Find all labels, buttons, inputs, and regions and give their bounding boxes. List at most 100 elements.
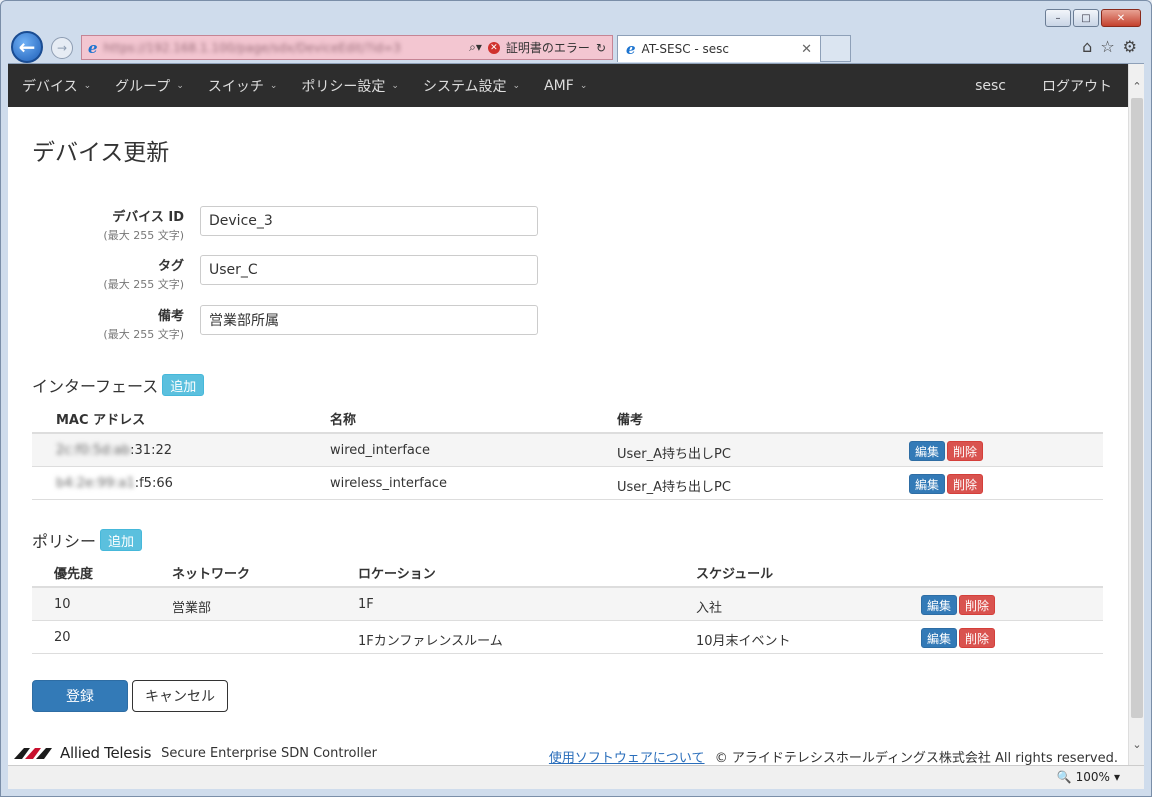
forward-arrow-icon[interactable]: → [51, 37, 73, 59]
network-cell: 営業部 [172, 601, 212, 616]
chevron-down-icon: ⌄ [176, 80, 184, 91]
main-content: デバイス更新 デバイス ID (最大 255 文字) Device_3 タグ (… [8, 107, 1128, 765]
refresh-icon[interactable]: ↻ [596, 41, 606, 55]
back-arrow-icon[interactable]: ← [11, 31, 43, 63]
chevron-down-icon[interactable]: ▾ [1114, 770, 1120, 784]
zoom-control[interactable]: 🔍 100% ▾ [1057, 770, 1120, 784]
name-cell: wired_interface [330, 443, 431, 458]
allied-telesis-logo-icon [14, 746, 54, 760]
favorites-star-icon[interactable]: ☆ [1100, 37, 1114, 56]
policies-table: 優先度 ネットワーク ロケーション スケジュール 10 営業部 1F 入社 編集… [32, 555, 1103, 654]
chevron-down-icon: ⌄ [269, 80, 278, 91]
schedule-cell: 入社 [696, 601, 723, 616]
nav-devices[interactable]: デバイス ⌄ [8, 64, 101, 107]
tag-hint: (最大 255 文字) [103, 278, 184, 291]
mac-cell: 2c:f0:5d:ab:31:22 [56, 443, 172, 458]
search-icon[interactable]: ⌕▾ [469, 40, 482, 55]
note-input[interactable]: 営業部所属 [200, 305, 538, 335]
tag-label: タグ [157, 259, 184, 274]
edit-button[interactable]: 編集 [921, 628, 958, 648]
window-controls: – □ ✕ [1045, 9, 1141, 27]
tab-title: AT-SESC - sesc [641, 42, 730, 56]
close-window-icon[interactable]: ✕ [1101, 9, 1141, 27]
chevron-down-icon: ⌄ [391, 80, 399, 91]
home-icon[interactable]: ⌂ [1082, 37, 1092, 56]
name-cell: wireless_interface [330, 476, 447, 491]
nav-groups-label: グループ [115, 78, 171, 95]
add-policy-button[interactable]: 追加 [100, 529, 143, 551]
edit-button[interactable]: 編集 [909, 474, 946, 494]
logout-link[interactable]: ログアウト [1022, 64, 1128, 107]
delete-button[interactable]: 削除 [959, 628, 996, 648]
footer-right: 使用ソフトウェアについて © アライドテレシスホールディングス株式会社 All … [549, 747, 1118, 765]
top-navbar: デバイス ⌄ グループ ⌄ スイッチ ⌄ ポリシー設定 ⌄ システム設定 ⌄ AMF ⌄ s… [8, 64, 1128, 107]
note-cell: User_A持ち出しPC [617, 447, 731, 462]
add-interface-button[interactable]: 追加 [162, 374, 205, 396]
location-cell: 1Fカンファレンスルーム [358, 634, 503, 649]
table-row: b4:2e:99:a1:f5:66 wireless_interface Use… [32, 467, 1103, 500]
cert-error-icon[interactable]: ✕ [487, 41, 500, 54]
copyright: © アライドテレシスホールディングス株式会社 All rights reserv… [714, 751, 1118, 765]
maximize-icon[interactable]: □ [1073, 9, 1099, 27]
device-id-label: デバイス ID [112, 210, 184, 225]
interfaces-title: インターフェース [32, 377, 159, 396]
tag-row: タグ (最大 255 文字) User_C [8, 255, 608, 295]
mac-cell: b4:2e:99:a1:f5:66 [56, 476, 173, 491]
nav-devices-label: デバイス [22, 78, 78, 95]
nav-groups[interactable]: グループ ⌄ [101, 64, 194, 107]
tab-ie-icon: e [626, 40, 636, 58]
new-tab-button[interactable] [821, 35, 851, 62]
submit-button[interactable]: 登録 [32, 680, 128, 712]
table-row: 2c:f0:5d:ab:31:22 wired_interface User_A… [32, 434, 1103, 467]
minimize-icon[interactable]: – [1045, 9, 1071, 27]
nav-policy-label: ポリシー設定 [301, 78, 386, 95]
note-hint: (最大 255 文字) [103, 328, 184, 341]
brand-name: Allied Telesis [60, 744, 152, 762]
device-id-row: デバイス ID (最大 255 文字) Device_3 [8, 206, 608, 246]
scroll-up-icon[interactable]: ⌃ [1129, 76, 1144, 96]
address-bar[interactable]: e https://192.168.1.100/page/sdx/DeviceE… [81, 35, 613, 60]
nav-amf[interactable]: AMF ⌄ [530, 64, 597, 107]
vertical-scrollbar[interactable]: ⌃ ⌄ [1128, 64, 1144, 765]
edit-button[interactable]: 編集 [909, 441, 946, 461]
interfaces-section-head: インターフェース 追加 [32, 373, 205, 397]
edit-button[interactable]: 編集 [921, 595, 958, 615]
col-priority: 優先度 [54, 567, 94, 582]
delete-button[interactable]: 削除 [959, 595, 996, 615]
nav-switches[interactable]: スイッチ ⌄ [194, 64, 288, 107]
scroll-thumb[interactable] [1131, 98, 1143, 718]
note-cell: User_A持ち出しPC [617, 480, 731, 495]
cert-error-label[interactable]: 証明書のエラー [506, 39, 590, 56]
mac-tail: :f5:66 [134, 476, 173, 491]
browser-toolbar: ← → e https://192.168.1.100/page/sdx/Dev… [9, 29, 1143, 65]
interfaces-table-header: MAC アドレス 名称 備考 [32, 401, 1103, 434]
cancel-button[interactable]: キャンセル [132, 680, 228, 712]
col-name: 名称 [330, 413, 357, 428]
table-row: 20 1Fカンファレンスルーム 10月末イベント 編集 削除 [32, 621, 1103, 654]
browser-tools: ⌂ ☆ ⚙ [1082, 37, 1137, 56]
policies-title: ポリシー [32, 532, 97, 551]
device-id-hint: (最大 255 文字) [103, 229, 184, 242]
browser-tab[interactable]: e AT-SESC - sesc ✕ [617, 35, 821, 62]
nav-switches-label: スイッチ [207, 78, 264, 95]
tag-input[interactable]: User_C [200, 255, 538, 285]
software-info-link[interactable]: 使用ソフトウェアについて [549, 751, 705, 765]
delete-button[interactable]: 削除 [947, 441, 984, 461]
device-id-input[interactable]: Device_3 [200, 206, 538, 236]
chevron-down-icon: ⌄ [83, 80, 92, 91]
address-url[interactable]: https://192.168.1.100/page/sdx/DeviceEdi… [104, 41, 464, 55]
zoom-level: 100% [1075, 770, 1110, 784]
delete-button[interactable]: 削除 [947, 474, 984, 494]
mac-redacted: b4:2e:99:a1 [56, 476, 135, 491]
mac-tail: :31:22 [130, 443, 172, 458]
nav-user[interactable]: sesc [955, 64, 1022, 107]
page-footer: Allied Telesis Secure Enterprise SDN Con… [8, 744, 1128, 765]
tab-close-icon[interactable]: ✕ [801, 42, 812, 57]
scroll-down-icon[interactable]: ⌄ [1129, 734, 1144, 754]
nav-policy-settings[interactable]: ポリシー設定 ⌄ [287, 64, 409, 107]
nav-right: sesc ログアウト [955, 64, 1128, 107]
nav-system-settings[interactable]: システム設定 ⌄ [409, 64, 530, 107]
gear-icon[interactable]: ⚙ [1123, 37, 1137, 56]
chevron-down-icon: ⌄ [579, 80, 588, 91]
interfaces-table: MAC アドレス 名称 備考 2c:f0:5d:ab:31:22 wired_i… [32, 401, 1103, 500]
